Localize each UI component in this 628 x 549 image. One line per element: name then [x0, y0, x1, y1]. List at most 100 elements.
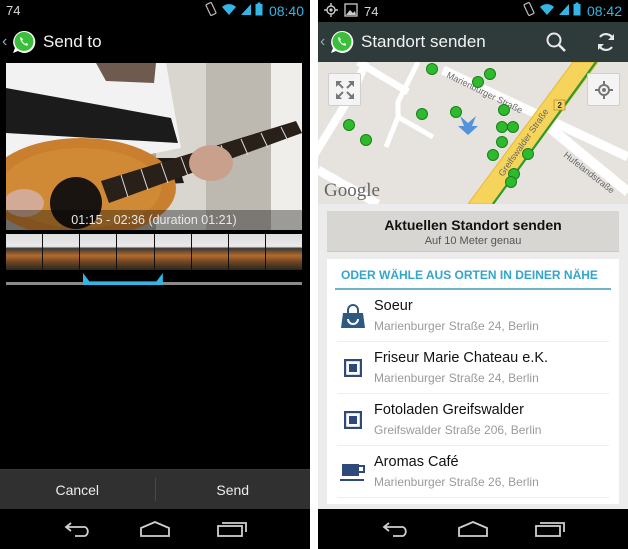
nav-home-button[interactable]: [453, 514, 493, 544]
nav-recents-button[interactable]: [530, 514, 570, 544]
video-preview[interactable]: 01:15 - 02:36 (duration 01:21): [6, 63, 302, 230]
filmstrip-frame: [6, 234, 43, 270]
generic-place-icon: [339, 354, 367, 382]
map-pin[interactable]: [505, 176, 517, 188]
map-pin[interactable]: [450, 106, 462, 118]
place-item[interactable]: Friseur Marie Chateau e.K. Marienburger …: [337, 342, 609, 394]
coffee-cup-icon: [339, 458, 367, 486]
rotation-lock-icon: [204, 2, 218, 19]
send-video-screen: 74 08:40 ‹ Send to 01:15 - 02:36 (durati…: [0, 0, 310, 549]
back-caret-icon: ‹: [320, 33, 326, 50]
filmstrip-frame: [265, 234, 302, 270]
video-filmstrip[interactable]: [6, 234, 302, 270]
send-button[interactable]: Send: [156, 470, 311, 509]
place-address: Marienburger Straße 24, Berlin: [374, 319, 539, 333]
refresh-button[interactable]: [592, 28, 620, 56]
recent-apps-icon: [216, 522, 247, 537]
dialog-button-bar: Cancel Send: [0, 469, 310, 509]
battery-icon: [255, 2, 263, 19]
map-pin[interactable]: [498, 104, 510, 116]
my-location-button[interactable]: [587, 73, 620, 106]
home-icon: [458, 521, 488, 537]
clock: 08:42: [586, 2, 622, 19]
map-pin[interactable]: [343, 119, 355, 131]
place-item[interactable]: Fotoladen Greifswalder Greifswalder Stra…: [337, 394, 609, 446]
signal-icon: [240, 2, 252, 19]
route-number: 2: [558, 101, 563, 110]
send-current-title: Aktuellen Standort senden: [384, 217, 562, 233]
rotation-lock-icon: [522, 2, 536, 19]
refresh-icon: [597, 33, 615, 51]
nav-recents-button[interactable]: [212, 514, 252, 544]
up-navigation[interactable]: ‹: [318, 29, 355, 55]
nav-back-button[interactable]: [58, 514, 98, 544]
search-button[interactable]: [542, 28, 570, 56]
place-name: Fotoladen Greifswalder: [374, 402, 524, 418]
nav-back-button[interactable]: [376, 514, 416, 544]
navigation-bar: [0, 509, 310, 549]
shopping-bag-icon: [339, 302, 367, 330]
home-icon: [140, 521, 170, 537]
search-icon: [546, 32, 566, 52]
gps-icon: [324, 3, 338, 20]
map-view[interactable]: 2 Marienburger Straße Greifswalder Straß…: [318, 62, 628, 204]
wifi-icon: [539, 2, 555, 19]
map-pin[interactable]: [360, 134, 372, 146]
map-pin[interactable]: [472, 76, 484, 88]
trim-handle[interactable]: [82, 273, 163, 285]
filmstrip-frame: [154, 234, 191, 270]
whatsapp-logo: [331, 30, 354, 53]
filmstrip-frame: [191, 234, 228, 270]
google-attribution: Google: [324, 180, 380, 201]
map-pin[interactable]: [416, 108, 428, 120]
back-caret-icon: ‹: [2, 33, 8, 50]
up-navigation[interactable]: ‹: [0, 29, 37, 55]
back-icon: [64, 522, 89, 537]
wifi-icon: [221, 2, 237, 19]
map-pin[interactable]: [426, 63, 438, 75]
back-icon: [382, 522, 407, 537]
action-bar: ‹ Send to: [0, 22, 310, 62]
map-pin[interactable]: [522, 148, 534, 160]
filmstrip-frame: [117, 234, 154, 270]
whatsapp-logo: [13, 30, 36, 53]
nearby-places-list: ODER WÄHLE AUS ORTEN IN DEINER NÄHE Soeu…: [327, 259, 619, 504]
video-thumbnail: [6, 63, 302, 230]
battery-level-text: 74: [364, 4, 379, 19]
image-icon: [344, 3, 358, 20]
signal-icon: [558, 2, 570, 19]
filmstrip-frame: [43, 234, 80, 270]
trim-time-range: 01:15 - 02:36 (duration 01:21): [6, 210, 302, 230]
navigation-bar: [318, 509, 628, 549]
nav-home-button[interactable]: [135, 514, 175, 544]
map-pin[interactable]: [487, 149, 499, 161]
battery-icon: [573, 2, 581, 19]
status-bar: 74 08:40: [0, 0, 310, 22]
screen-title: Standort senden: [361, 32, 486, 51]
recent-apps-icon: [534, 522, 565, 537]
place-name: Aromas Café: [374, 454, 459, 470]
generic-place-icon: [339, 406, 367, 434]
filmstrip-frame: [80, 234, 117, 270]
place-name: Soeur: [374, 298, 413, 314]
my-location-icon: [594, 80, 613, 99]
action-bar: ‹ Standort senden: [318, 22, 628, 62]
fullscreen-button[interactable]: [328, 73, 361, 106]
clock: 08:40: [268, 2, 304, 19]
send-current-location-button[interactable]: Aktuellen Standort senden Auf 10 Meter g…: [327, 211, 619, 252]
map-pin[interactable]: [496, 136, 508, 148]
map-pin[interactable]: [496, 121, 508, 133]
place-item[interactable]: Soeur Marienburger Straße 24, Berlin: [337, 290, 609, 342]
map-pin[interactable]: [484, 68, 496, 80]
fullscreen-icon: [335, 80, 354, 99]
cancel-button[interactable]: Cancel: [0, 470, 155, 509]
location-accuracy: Auf 10 Meter genau: [424, 235, 522, 247]
send-location-screen: 74 08:42 ‹ Standort senden 2 Marienburge…: [318, 0, 628, 549]
place-name: Friseur Marie Chateau e.K.: [374, 350, 549, 366]
filmstrip-frame: [228, 234, 265, 270]
place-address: Greifswalder Straße 206, Berlin: [374, 423, 542, 437]
screen-title: Send to: [43, 32, 102, 51]
nearby-places-header: ODER WÄHLE AUS ORTEN IN DEINER NÄHE: [335, 265, 611, 290]
map-pin[interactable]: [507, 121, 519, 133]
place-item[interactable]: Aromas Café Marienburger Straße 26, Berl…: [337, 446, 609, 498]
